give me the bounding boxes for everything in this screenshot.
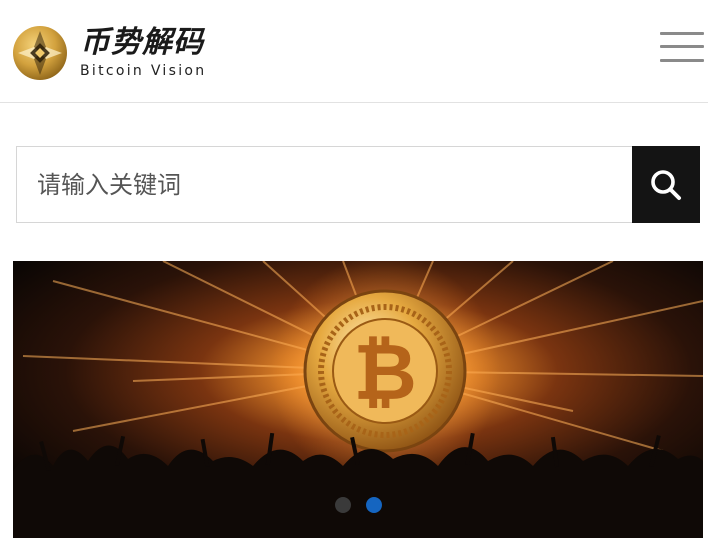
- hamburger-menu-icon[interactable]: [660, 30, 704, 64]
- carousel-dot-2-active[interactable]: [366, 497, 382, 513]
- site-header: 币势解码 Bitcoin Vision: [0, 0, 708, 103]
- search-button[interactable]: [632, 146, 700, 223]
- menu-bar: [660, 32, 704, 35]
- site-logo[interactable]: 币势解码 Bitcoin Vision: [12, 24, 206, 82]
- search-input[interactable]: [16, 146, 632, 223]
- banner-carousel[interactable]: ₿: [13, 261, 703, 538]
- search-icon: [651, 169, 681, 200]
- brand-name-cn: 币势解码: [80, 25, 204, 60]
- menu-bar: [660, 45, 704, 48]
- logo-text: 币势解码 Bitcoin Vision: [80, 25, 207, 80]
- search-bar: [16, 146, 700, 223]
- menu-bar: [660, 59, 704, 62]
- svg-text:₿: ₿: [353, 328, 417, 418]
- carousel-dot-1[interactable]: [335, 497, 351, 513]
- carousel-dots: [13, 498, 703, 538]
- bitcoin-coin-over-crowd-banner: ₿: [13, 261, 703, 538]
- gold-coin-logo-icon: [13, 26, 67, 80]
- brand-name-en: Bitcoin Vision: [80, 63, 207, 79]
